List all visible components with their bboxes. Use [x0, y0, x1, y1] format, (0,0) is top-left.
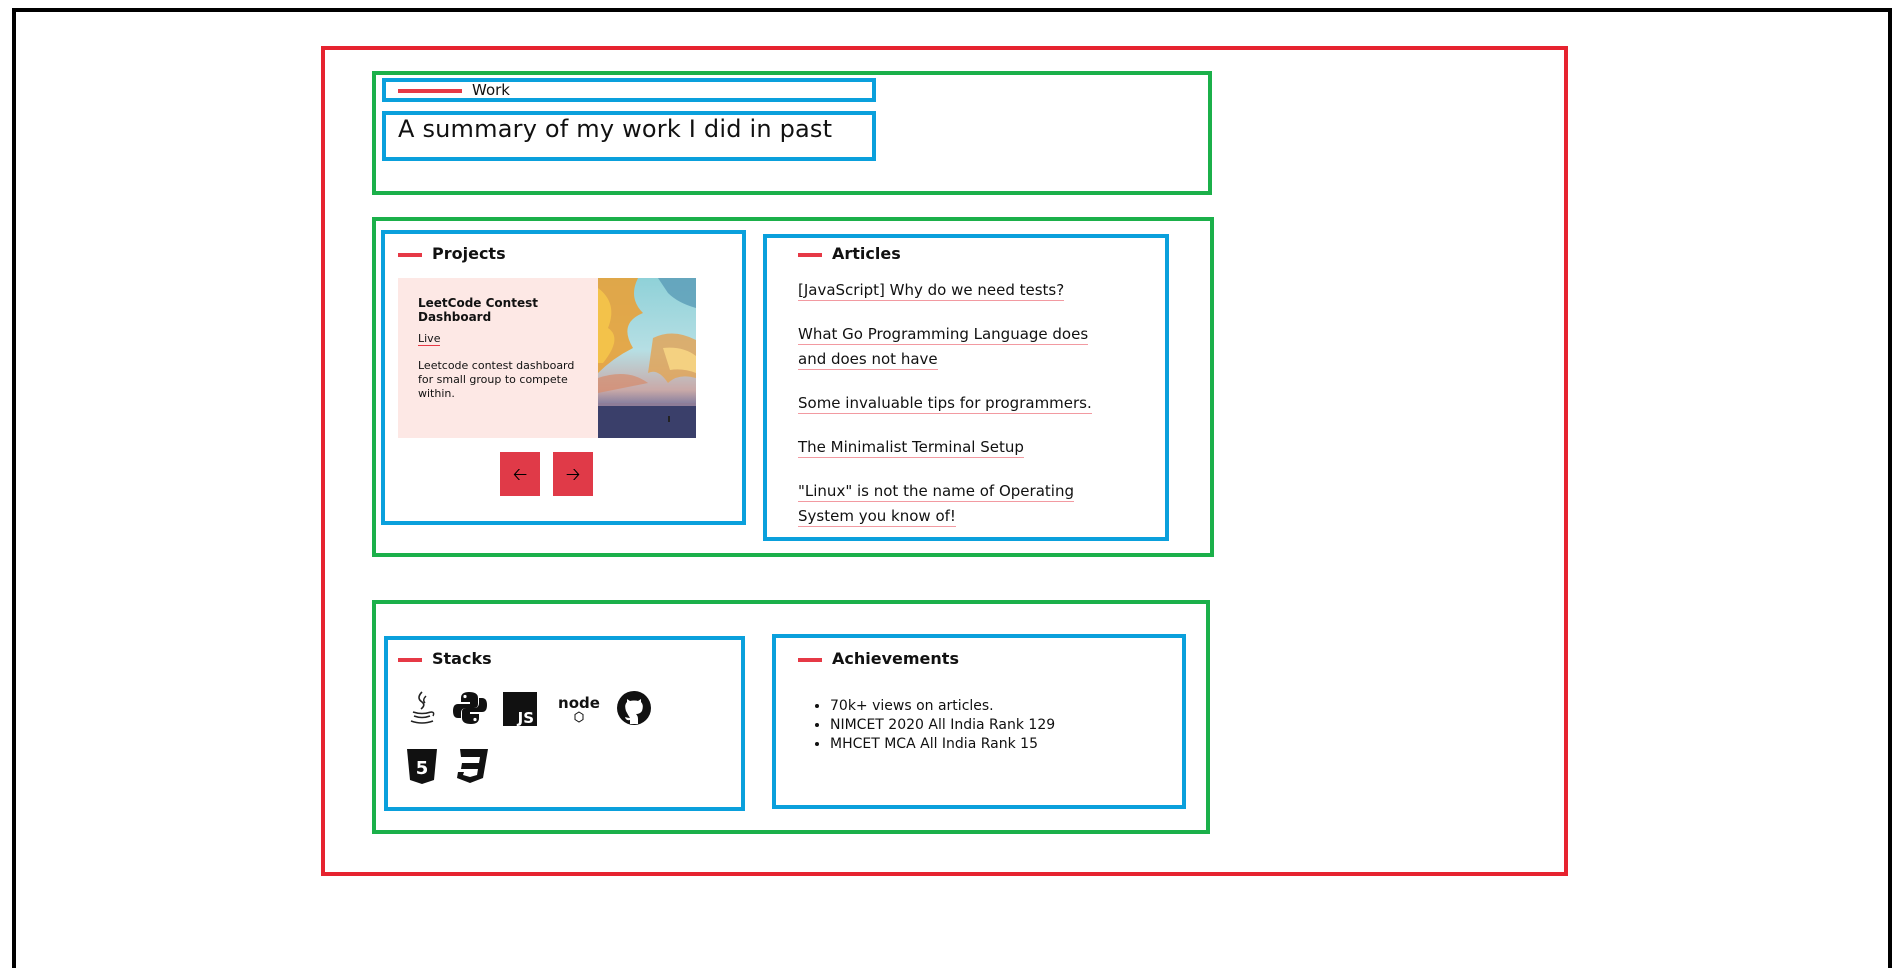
next-project-button[interactable]: 🡢: [553, 452, 593, 496]
accent-dash: [398, 657, 422, 662]
prev-project-button[interactable]: 🡠: [500, 452, 540, 496]
accent-dash: [398, 88, 462, 93]
article-link[interactable]: [JavaScript] Why do we need tests?: [798, 278, 1118, 303]
arrow-right-icon: 🡢: [565, 464, 581, 484]
project-card[interactable]: LeetCode Contest Dashboard Live Leetcode…: [398, 278, 696, 438]
article-link[interactable]: What Go Programming Language does and do…: [798, 322, 1118, 372]
list-item: What Go Programming Language does and do…: [798, 322, 1118, 372]
javascript-icon: JS: [503, 692, 537, 727]
project-title: LeetCode Contest Dashboard: [418, 296, 538, 324]
article-link[interactable]: The Minimalist Terminal Setup: [798, 435, 1118, 460]
arrow-left-icon: 🡠: [512, 464, 528, 484]
list-item: [JavaScript] Why do we need tests?: [798, 278, 1118, 303]
project-description: Leetcode contest dashboard for small gro…: [418, 359, 575, 400]
java-icon: [410, 691, 435, 724]
article-link[interactable]: "Linux" is not the name of Operating Sys…: [798, 479, 1118, 529]
project-thumbnail: [598, 278, 696, 438]
achievements-heading: Achievements: [798, 649, 959, 669]
eyebrow-text: Work: [472, 81, 510, 99]
list-item: "Linux" is not the name of Operating Sys…: [798, 479, 1118, 529]
accent-dash: [798, 657, 822, 662]
articles-list: [JavaScript] Why do we need tests? What …: [798, 278, 1118, 548]
accent-dash: [798, 252, 822, 257]
sky-painting-image: [598, 278, 696, 438]
section-eyebrow: Work: [398, 81, 510, 99]
html5-icon: 5: [407, 749, 437, 784]
list-item: NIMCET 2020 All India Rank 129: [830, 716, 1055, 735]
project-live-link[interactable]: Live: [418, 332, 441, 346]
html5-label: 5: [416, 758, 429, 779]
nodejs-icon: node: [558, 694, 600, 723]
python-icon: [453, 692, 487, 724]
list-item: 70k+ views on articles.: [830, 697, 1055, 716]
node-label: node: [558, 694, 600, 712]
list-item: MHCET MCA All India Rank 15: [830, 735, 1055, 754]
list-item: Some invaluable tips for programmers.: [798, 391, 1118, 416]
accent-dash: [398, 252, 422, 257]
stacks-heading: Stacks: [398, 649, 492, 669]
github-icon: [617, 691, 651, 725]
articles-heading: Articles: [798, 244, 901, 264]
projects-heading: Projects: [398, 244, 506, 264]
article-link[interactable]: Some invaluable tips for programmers.: [798, 391, 1118, 416]
css3-icon: [457, 749, 488, 783]
list-item: The Minimalist Terminal Setup: [798, 435, 1118, 460]
page-title: A summary of my work I did in past: [398, 115, 833, 143]
achievements-list: 70k+ views on articles. NIMCET 2020 All …: [812, 697, 1055, 754]
js-label: JS: [517, 709, 534, 727]
